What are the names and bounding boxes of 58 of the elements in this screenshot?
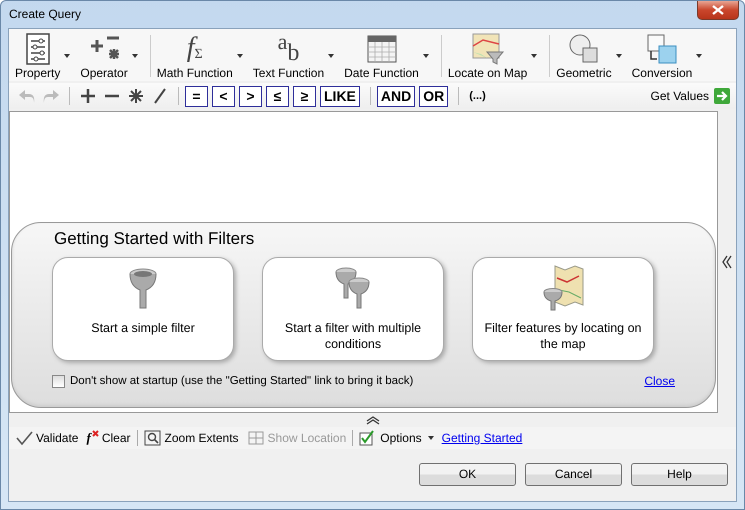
close-link[interactable]: Close bbox=[644, 374, 675, 388]
start-card[interactable]: Start a filter with multiple conditions bbox=[262, 257, 444, 361]
dropdown-caret-icon[interactable] bbox=[64, 54, 70, 58]
dropdown-caret-icon[interactable] bbox=[422, 54, 429, 58]
dropdown-caret-icon[interactable] bbox=[696, 54, 702, 58]
close-icon bbox=[712, 5, 724, 15]
checkbox-label: Don't show at startup (use the "Getting Started" link to bring it back) bbox=[70, 375, 414, 387]
zoom-button[interactable]: Zoom Extents bbox=[140, 430, 243, 446]
function-glyph: f bbox=[86, 430, 92, 446]
dropdown-caret-icon[interactable] bbox=[236, 54, 243, 58]
getting-started-link[interactable]: Getting Started bbox=[442, 431, 522, 445]
map-funnel-icon bbox=[470, 32, 505, 66]
comparison-key[interactable]: < bbox=[212, 86, 235, 106]
validate-button[interactable]: Validate bbox=[11, 430, 82, 446]
dropdown-caret-icon[interactable] bbox=[328, 54, 334, 58]
comparison-key[interactable]: > bbox=[239, 86, 262, 106]
letter-glyph: b bbox=[287, 41, 300, 65]
math-ribbon-button[interactable]: fΣ Math Function bbox=[154, 32, 235, 80]
dropdown-caret-icon[interactable] bbox=[616, 54, 622, 58]
comparison-key[interactable]: ≥ bbox=[293, 86, 316, 106]
cross-icon bbox=[92, 430, 99, 437]
conversion-ribbon-button[interactable]: Conversion bbox=[630, 32, 694, 80]
window-title: Create Query bbox=[8, 6, 82, 21]
letter-glyph: a bbox=[278, 32, 288, 52]
clear-button[interactable]: f Clear bbox=[82, 430, 135, 446]
panel-title: Getting Started with Filters bbox=[53, 229, 256, 249]
property-ribbon-button[interactable]: Property bbox=[13, 32, 62, 80]
checkbox[interactable] bbox=[52, 374, 65, 388]
comparison-key[interactable]: = bbox=[185, 86, 208, 106]
options-button[interactable]: Options bbox=[355, 430, 438, 446]
checkmark-icon bbox=[15, 430, 33, 446]
squares-icon bbox=[644, 32, 679, 66]
dialog-button[interactable]: Help bbox=[631, 462, 728, 486]
geometric-ribbon-button[interactable]: Geometric bbox=[554, 32, 614, 80]
logic-key[interactable]: AND bbox=[376, 86, 416, 106]
close-button[interactable] bbox=[697, 1, 739, 20]
comparison-key[interactable]: ≤ bbox=[266, 86, 289, 106]
dropdown-caret-icon[interactable] bbox=[531, 54, 538, 58]
dialog-button[interactable]: Cancel bbox=[525, 462, 622, 486]
map-ribbon-button[interactable]: Locate on Map bbox=[446, 32, 530, 80]
dialog-button[interactable]: OK bbox=[419, 462, 516, 486]
dropdown-caret-icon bbox=[428, 436, 434, 440]
start-card[interactable]: Filter features by locating on the map bbox=[472, 257, 654, 361]
arrow-icon bbox=[714, 88, 730, 104]
dropdown-caret-icon[interactable] bbox=[132, 54, 138, 58]
zoom-icon bbox=[144, 430, 162, 446]
grid-icon bbox=[246, 430, 265, 446]
comparison-key[interactable]: LIKE bbox=[320, 86, 360, 106]
map-funnel-icon bbox=[541, 264, 585, 312]
operator-ribbon-button[interactable]: Operator bbox=[78, 32, 130, 80]
logic-key[interactable]: OR bbox=[419, 86, 448, 106]
get-values-button[interactable]: Get Values bbox=[650, 88, 730, 104]
text-ribbon-button[interactable]: ab Text Function bbox=[250, 32, 326, 80]
collapse-chevron-icon[interactable] bbox=[366, 416, 380, 424]
parentheses-button[interactable]: (...) bbox=[465, 90, 490, 102]
expand-chevron-icon[interactable] bbox=[722, 255, 732, 269]
date-ribbon-button[interactable]: Date Function bbox=[342, 32, 421, 80]
start-card[interactable]: Start a simple filter bbox=[52, 257, 234, 361]
